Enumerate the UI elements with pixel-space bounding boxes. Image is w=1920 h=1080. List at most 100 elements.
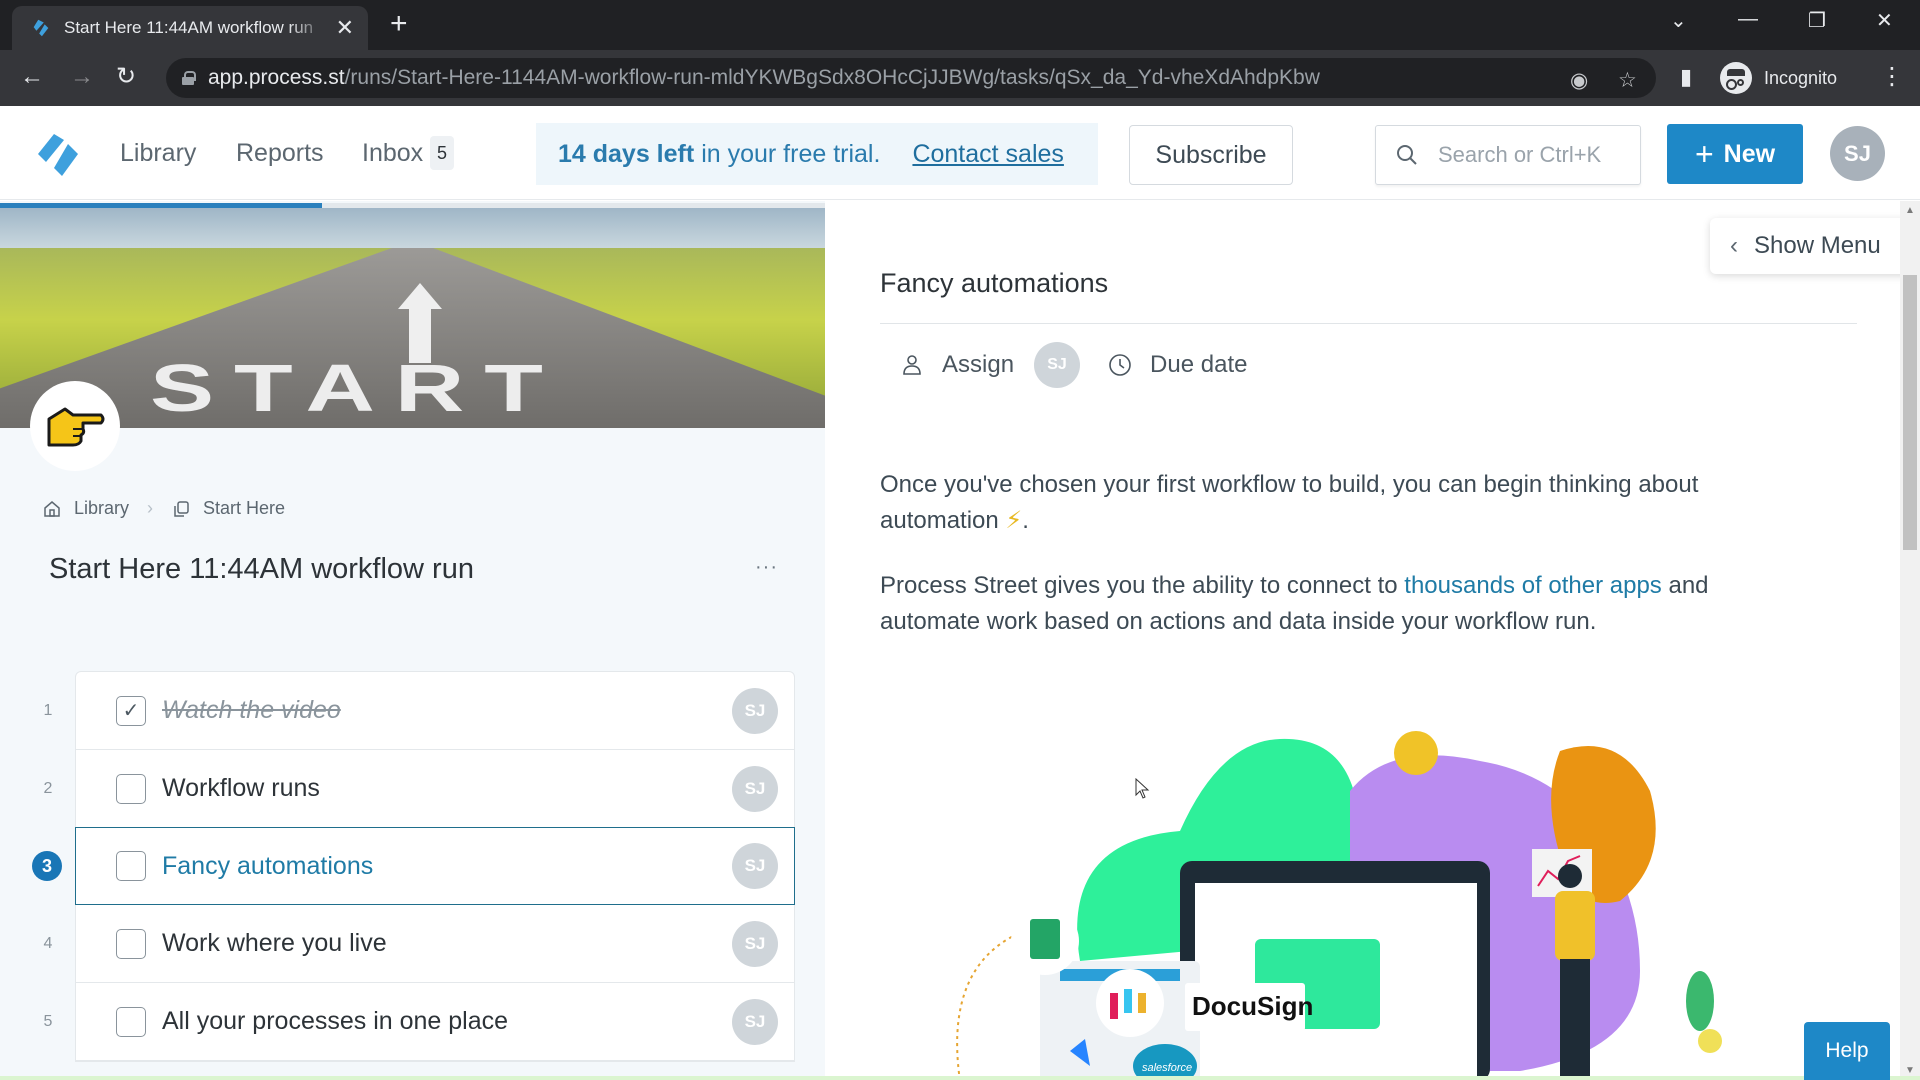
person-icon [903,355,921,375]
paragraph-1-end: . [1022,507,1029,534]
nav-reports[interactable]: Reports [236,139,324,168]
bookmark-star-icon[interactable]: ☆ [1618,68,1637,93]
breadcrumb: Library › Start Here [42,498,285,519]
breadcrumb-start-here[interactable]: Start Here [203,498,285,519]
task-checkbox[interactable] [116,851,146,881]
task-row[interactable]: 3 Fancy automations SJ [32,827,795,905]
mouse-cursor-icon [1135,778,1150,799]
task-number: 1 [43,701,53,719]
nav-inbox[interactable]: Inbox [362,139,423,168]
reload-icon[interactable]: ↻ [116,62,136,92]
bottom-edge [0,1076,1920,1080]
tracking-blocked-eye-icon[interactable]: ◉ [1570,68,1588,93]
run-title[interactable]: Start Here 11:44AM workflow run [49,553,474,586]
more-options-icon[interactable]: ··· [755,556,778,579]
process-street-logo-icon[interactable] [34,132,82,178]
incognito-profile-button[interactable]: Incognito [1720,59,1837,97]
task-paragraph-2: Process Street gives you the ability to … [880,568,1810,640]
checkmark-icon: ✓ [122,700,140,722]
task-checkbox[interactable] [116,1006,146,1037]
task-label[interactable]: Work where you live [162,929,387,958]
app-header: Library Reports Inbox 5 14 days left in … [0,106,1920,200]
clock-icon [1109,354,1131,376]
assign-button[interactable]: Assign [942,351,1014,379]
run-progress-bar [0,203,825,208]
incognito-icon [1720,62,1752,94]
task-assignee-avatar[interactable]: SJ [732,765,778,812]
template-icon [174,500,189,517]
process-street-favicon-icon [33,19,49,37]
task-label[interactable]: Watch the video [162,696,341,725]
task-title: Fancy automations [880,268,1109,298]
scroll-down-icon[interactable]: ▼ [1905,1065,1915,1076]
browser-toolbar: ← → ↻ app.process.st /runs/Start-Here-11… [0,50,1920,106]
paragraph-1-text: Once you've chosen your first workflow t… [880,471,1699,534]
task-row[interactable]: 5 All your processes in one place SJ [44,983,794,1061]
help-button[interactable]: Help [1804,1022,1890,1080]
minimize-icon[interactable]: — [1738,8,1758,31]
inbox-count-badge: 5 [430,136,454,170]
nav-library[interactable]: Library [120,139,196,168]
browser-menu-icon[interactable]: ⋮ [1880,62,1904,92]
scrollbar-thumb[interactable] [1903,275,1917,550]
task-checkbox[interactable] [116,773,146,804]
trial-text: in your free trial. [701,139,881,168]
task-number: 4 [43,934,53,952]
plus-icon: + [1694,136,1714,172]
task-assignee-avatar[interactable]: SJ [732,843,778,889]
address-bar[interactable]: app.process.st /runs/Start-Here-1144AM-w… [166,58,1656,98]
run-emoji-badge[interactable] [30,381,120,471]
chevron-left-icon: ‹ [1730,232,1738,259]
run-progress-fill [0,203,322,208]
tab-search-icon[interactable]: ⌄ [1670,8,1687,33]
contact-sales-link[interactable]: Contact sales [912,140,1063,169]
task-number: 3 [32,851,62,881]
task-row[interactable]: 1 ✓ Watch the video SJ [44,672,794,750]
breadcrumb-library[interactable]: Library [74,498,129,519]
paragraph-2-text: Process Street gives you the ability to … [880,572,1398,599]
task-checkbox[interactable]: ✓ [116,695,146,726]
search-input[interactable]: Search or Ctrl+K [1375,125,1641,185]
task-number: 2 [43,779,53,797]
task-detail-panel: Fancy automations Assign SJ Due date ‹ S… [825,201,1920,1080]
side-panel-icon[interactable]: ▮ [1680,62,1692,92]
task-label[interactable]: All your processes in one place [162,1007,508,1036]
hero-start-text: START [150,350,563,426]
breadcrumb-chevron-icon: › [147,498,154,518]
due-date-button[interactable]: Due date [1150,351,1247,379]
task-number: 5 [43,1012,53,1030]
person-figure [1555,891,1595,961]
subscribe-button[interactable]: Subscribe [1129,125,1293,185]
back-icon[interactable]: ← [20,62,44,92]
vertical-scrollbar[interactable]: ▲ ▼ [1900,201,1920,1080]
browser-tabstrip: Start Here 11:44AM workflow run ✕ + ⌄ — … [0,0,1920,50]
forward-icon[interactable]: → [70,62,94,92]
assignee-avatar[interactable]: SJ [1034,342,1081,388]
home-icon [44,500,60,517]
task-checkbox[interactable] [116,928,146,959]
new-tab-button[interactable]: + [390,9,408,39]
restore-icon[interactable]: ❐ [1808,8,1826,33]
show-menu-button[interactable]: ‹ Show Menu [1710,218,1910,274]
task-row[interactable]: 4 Work where you live SJ [44,905,794,983]
task-row[interactable]: 2 Workflow runs SJ [44,750,794,828]
user-avatar[interactable]: SJ [1830,126,1885,181]
task-assignee-avatar[interactable]: SJ [732,687,778,734]
browser-tab[interactable]: Start Here 11:44AM workflow run ✕ [12,6,368,50]
task-meta-row: Assign SJ Due date [900,341,1267,389]
new-button[interactable]: + New [1667,124,1803,184]
close-window-icon[interactable]: ✕ [1876,8,1893,33]
task-label[interactable]: Fancy automations [162,852,373,881]
tab-close-icon[interactable]: ✕ [336,17,354,39]
search-icon [1397,145,1417,165]
thousands-of-apps-link[interactable]: thousands of other apps [1404,572,1662,599]
task-list: 1 ✓ Watch the video SJ 2 Workflow runs SJ 3 Fanc… [32,671,795,1062]
new-button-label: New [1723,139,1776,168]
task-assignee-avatar[interactable]: SJ [732,998,778,1045]
task-assignee-avatar[interactable]: SJ [732,920,778,967]
scroll-up-icon[interactable]: ▲ [1905,205,1915,216]
task-label[interactable]: Workflow runs [162,774,320,803]
tab-title: Start Here 11:44AM workflow run [64,18,314,37]
lock-icon [182,71,196,85]
automation-illustration: DocuSign salesforce [956,731,1722,1080]
